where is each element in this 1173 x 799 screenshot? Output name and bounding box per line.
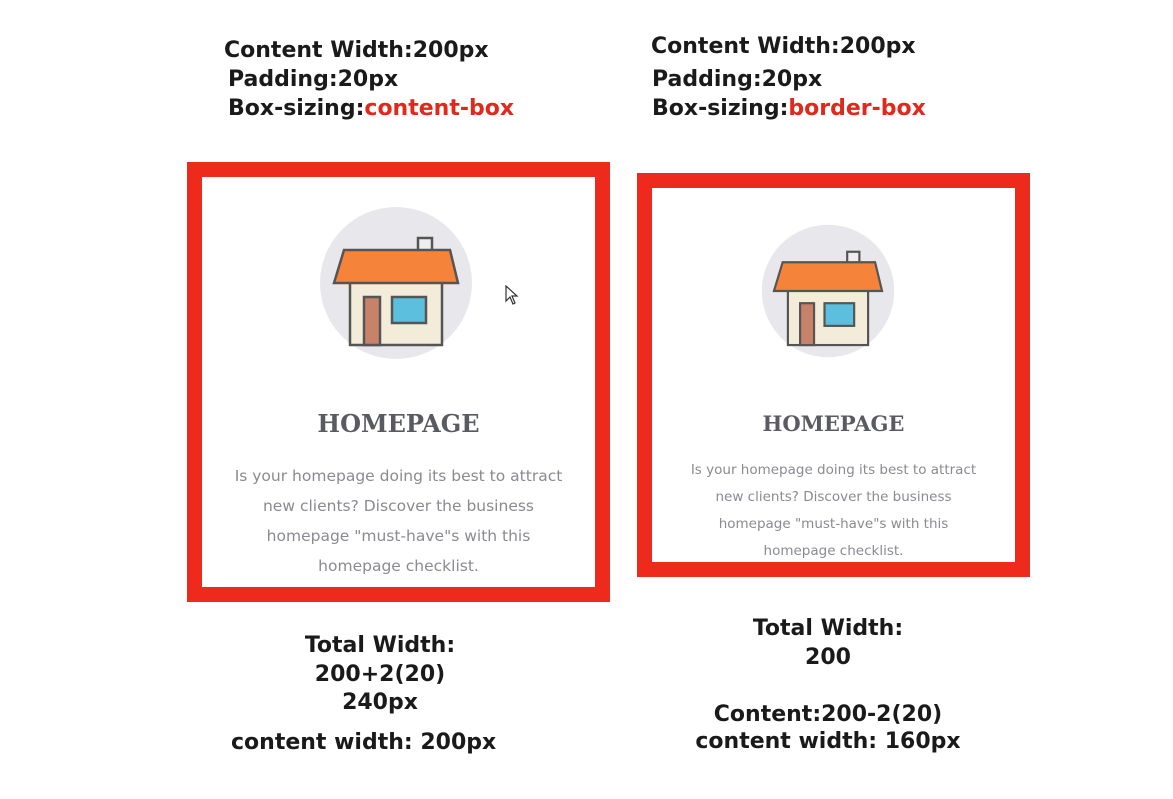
card-text-line: homepage checklist. — [318, 557, 479, 575]
left-total-width-formula: 200+2(20) — [314, 662, 446, 687]
right-total-width-value: 200 — [805, 645, 851, 670]
border-box-card-title: HOMEPAGE — [762, 411, 905, 436]
card-text-line: homepage "must-have"s with this — [266, 527, 531, 545]
left-box-sizing-value: content-box — [364, 96, 515, 121]
card-text-line: homepage checklist. — [763, 543, 904, 559]
right-box-sizing-value: border-box — [788, 96, 926, 121]
card-text-line: Is your homepage doing its best to attra… — [690, 462, 977, 478]
left-total-width-result: 240px — [342, 690, 418, 715]
left-box-sizing-prefix: Box-sizing: — [228, 96, 365, 121]
mouse-pointer-icon — [505, 284, 519, 309]
house-icon — [760, 223, 896, 363]
house-icon — [318, 205, 474, 365]
right-box-sizing-label: Box-sizing:border-box — [652, 95, 926, 123]
content-box-card-text: Is your homepage doing its best to attra… — [222, 461, 575, 581]
card-text-line: new clients? Discover the business — [715, 489, 952, 505]
left-padding-label: Padding:20px — [228, 67, 399, 92]
right-content-width-label: Content Width:200px — [651, 34, 916, 59]
card-text-line: new clients? Discover the business — [262, 497, 534, 515]
border-box-card: HOMEPAGE Is your homepage doing its best… — [637, 173, 1030, 577]
border-box-card-text: Is your homepage doing its best to attra… — [664, 457, 1003, 565]
left-content-width-label: Content Width:200px — [224, 38, 489, 63]
right-content-width-result: content width: 160px — [695, 729, 961, 754]
left-total-width-label: Total Width: — [304, 633, 456, 658]
content-box-card: HOMEPAGE Is your homepage doing its best… — [187, 162, 610, 602]
card-text-line: Is your homepage doing its best to attra… — [234, 467, 563, 485]
left-box-sizing-label: Box-sizing:content-box — [228, 95, 514, 123]
right-content-formula: Content:200-2(20) — [713, 702, 943, 727]
right-total-width-label: Total Width: — [752, 616, 904, 641]
right-padding-label: Padding:20px — [652, 67, 823, 92]
content-box-card-title: HOMEPAGE — [317, 409, 480, 438]
right-box-sizing-prefix: Box-sizing: — [652, 96, 789, 121]
left-content-width-result: content width: 200px — [231, 730, 497, 755]
card-text-line: homepage "must-have"s with this — [718, 516, 949, 532]
